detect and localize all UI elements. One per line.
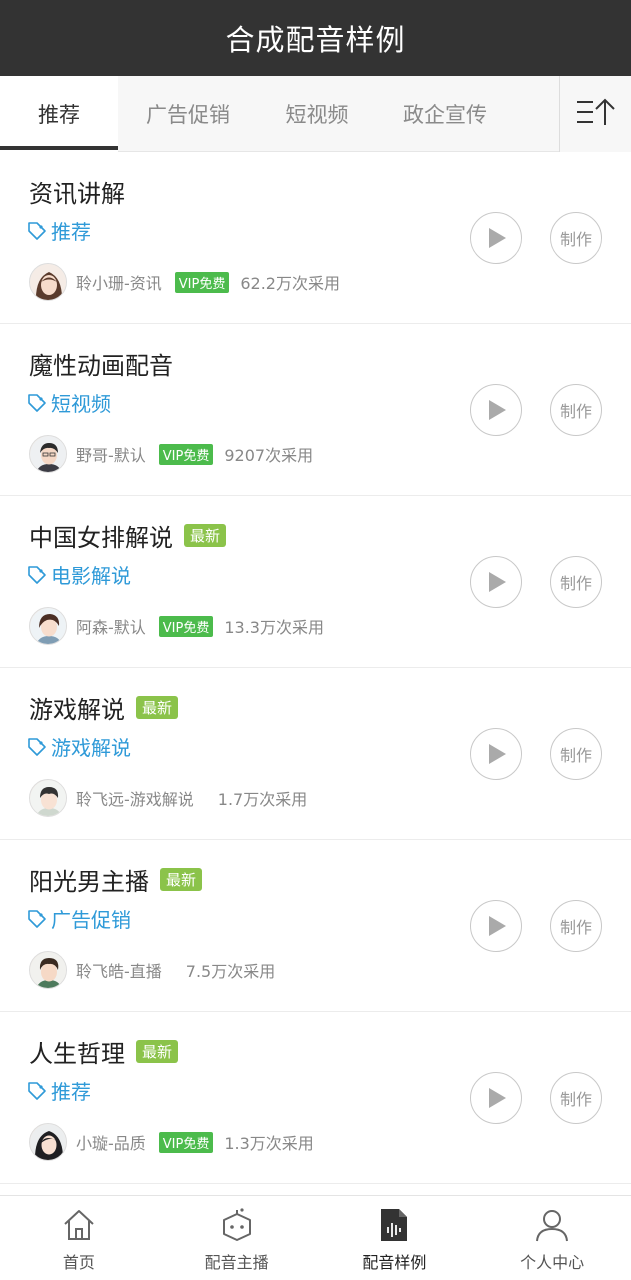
avatar bbox=[29, 1123, 67, 1161]
play-icon bbox=[489, 228, 506, 248]
sample-item[interactable]: 游戏解说 最新 游戏解说 聆飞远-游戏解说 1.7万次采用 制作 bbox=[0, 668, 631, 840]
robot-icon bbox=[222, 1208, 251, 1241]
category-tag: 广告促销 bbox=[27, 904, 131, 933]
tab-government-enterprise[interactable]: 政企宣传 bbox=[380, 76, 510, 152]
new-badge: 最新 bbox=[136, 695, 179, 719]
active-tab-indicator bbox=[0, 146, 118, 150]
avatar bbox=[29, 951, 67, 989]
usage-count: 1.7万次采用 bbox=[217, 790, 308, 809]
nav-label: 首页 bbox=[62, 1253, 95, 1272]
play-icon bbox=[489, 400, 506, 420]
tag-icon bbox=[28, 1081, 46, 1100]
vip-free-badge: VIP免费 bbox=[174, 271, 230, 293]
category-tag: 电影解说 bbox=[27, 560, 131, 589]
avatar bbox=[29, 779, 67, 817]
audio-file-icon bbox=[381, 1209, 408, 1241]
voice-author: 聆飞远-游戏解说 bbox=[76, 790, 194, 809]
sample-title: 中国女排解说 bbox=[29, 523, 173, 552]
voice-author: 野哥-默认 bbox=[76, 446, 146, 465]
tag-label: 电影解说 bbox=[51, 564, 131, 588]
sample-item[interactable]: 魔性动画配音 短视频 野哥-默认 VIP免费 9207次采用 制作 bbox=[0, 324, 631, 496]
user-icon bbox=[536, 1210, 569, 1242]
tag-icon bbox=[28, 737, 46, 756]
play-button[interactable] bbox=[470, 728, 522, 780]
sample-item[interactable]: 人生哲理 最新 推荐 小璇-品质 VIP免费 1.3万次采用 制作 bbox=[0, 1012, 631, 1184]
title-bar: 合成配音样例 bbox=[0, 0, 631, 76]
tag-icon bbox=[28, 909, 46, 928]
play-button[interactable] bbox=[470, 900, 522, 952]
tab-ad-promotion[interactable]: 广告促销 bbox=[124, 76, 252, 152]
sample-title: 游戏解说 bbox=[29, 695, 125, 724]
vip-free-badge: VIP免费 bbox=[158, 615, 214, 637]
avatar bbox=[29, 607, 67, 645]
play-icon bbox=[489, 572, 506, 592]
play-button[interactable] bbox=[470, 212, 522, 264]
voice-author: 小璇-品质 bbox=[76, 1134, 146, 1153]
category-tag: 游戏解说 bbox=[27, 732, 131, 761]
usage-count: 62.2万次采用 bbox=[240, 274, 340, 293]
tab-recommend[interactable]: 推荐 bbox=[0, 76, 118, 152]
usage-count: 1.3万次采用 bbox=[224, 1134, 314, 1153]
tab-short-video[interactable]: 短视频 bbox=[262, 76, 372, 152]
sample-list: 资讯讲解 推荐 聆小珊-资讯 VIP免费 62.2万次采用 制作 魔性动画配音 … bbox=[0, 152, 631, 1195]
new-badge: 最新 bbox=[136, 1039, 179, 1063]
tag-icon bbox=[28, 565, 46, 584]
sort-to-top-icon bbox=[575, 97, 617, 131]
usage-count: 13.3万次采用 bbox=[224, 618, 324, 637]
make-button[interactable]: 制作 bbox=[550, 728, 602, 780]
avatar bbox=[29, 263, 67, 301]
tab-more-button[interactable] bbox=[559, 76, 631, 152]
voice-author: 聆小珊-资讯 bbox=[76, 274, 162, 293]
play-icon bbox=[489, 744, 506, 764]
category-tag: 推荐 bbox=[27, 216, 91, 245]
tag-label: 游戏解说 bbox=[51, 736, 131, 760]
play-button[interactable] bbox=[470, 1072, 522, 1124]
nav-label: 个人中心 bbox=[520, 1253, 585, 1272]
make-button[interactable]: 制作 bbox=[550, 556, 602, 608]
make-button[interactable]: 制作 bbox=[550, 900, 602, 952]
vip-free-badge: VIP免费 bbox=[158, 1131, 214, 1153]
voice-author: 聆飞皓-直播 bbox=[76, 962, 162, 981]
sample-title: 魔性动画配音 bbox=[29, 351, 173, 380]
voice-author: 阿森-默认 bbox=[76, 618, 146, 637]
tag-label: 短视频 bbox=[51, 392, 111, 416]
new-badge: 最新 bbox=[184, 523, 227, 547]
home-icon bbox=[64, 1210, 94, 1240]
play-icon bbox=[489, 1088, 506, 1108]
make-button[interactable]: 制作 bbox=[550, 212, 602, 264]
usage-count: 9207次采用 bbox=[224, 446, 314, 465]
sample-title: 人生哲理 bbox=[29, 1039, 125, 1068]
make-button[interactable]: 制作 bbox=[550, 1072, 602, 1124]
sample-item[interactable]: 阳光男主播 最新 广告促销 聆飞皓-直播 7.5万次采用 制作 bbox=[0, 840, 631, 1012]
nav-personal-center[interactable]: 个人中心 bbox=[473, 1196, 631, 1280]
usage-count: 7.5万次采用 bbox=[185, 962, 276, 981]
tag-label: 推荐 bbox=[51, 1080, 91, 1104]
nav-label: 配音主播 bbox=[204, 1253, 269, 1272]
nav-voice-anchors[interactable]: 配音主播 bbox=[158, 1196, 316, 1280]
sample-title: 资讯讲解 bbox=[29, 179, 125, 208]
page-title: 合成配音样例 bbox=[225, 23, 406, 57]
nav-home[interactable]: 首页 bbox=[0, 1196, 158, 1280]
play-icon bbox=[489, 916, 506, 936]
avatar bbox=[29, 435, 67, 473]
bottom-navigation: 首页 配音主播 配音样例 个人中心 bbox=[0, 1195, 631, 1280]
play-button[interactable] bbox=[470, 384, 522, 436]
category-tab-bar: 推荐 广告促销 短视频 政企宣传 bbox=[0, 76, 631, 152]
category-tag: 短视频 bbox=[27, 388, 111, 417]
tag-icon bbox=[28, 221, 46, 240]
tag-label: 广告促销 bbox=[51, 908, 131, 932]
tag-icon bbox=[28, 393, 46, 412]
tag-label: 推荐 bbox=[51, 220, 91, 244]
sample-item[interactable]: 资讯讲解 推荐 聆小珊-资讯 VIP免费 62.2万次采用 制作 bbox=[0, 152, 631, 324]
nav-label: 配音样例 bbox=[362, 1253, 427, 1272]
category-tag: 推荐 bbox=[27, 1076, 91, 1105]
app-root: 合成配音样例 推荐 广告促销 短视频 政企宣传 资讯讲解 推荐 聆小珊-资讯 V… bbox=[0, 0, 631, 1280]
nav-voice-samples[interactable]: 配音样例 bbox=[316, 1196, 474, 1280]
vip-free-badge: VIP免费 bbox=[158, 443, 214, 465]
make-button[interactable]: 制作 bbox=[550, 384, 602, 436]
sample-item[interactable]: 中国女排解说 最新 电影解说 阿森-默认 VIP免费 13.3万次采用 制作 bbox=[0, 496, 631, 668]
play-button[interactable] bbox=[470, 556, 522, 608]
new-badge: 最新 bbox=[160, 867, 203, 891]
sample-title: 阳光男主播 bbox=[29, 867, 149, 896]
